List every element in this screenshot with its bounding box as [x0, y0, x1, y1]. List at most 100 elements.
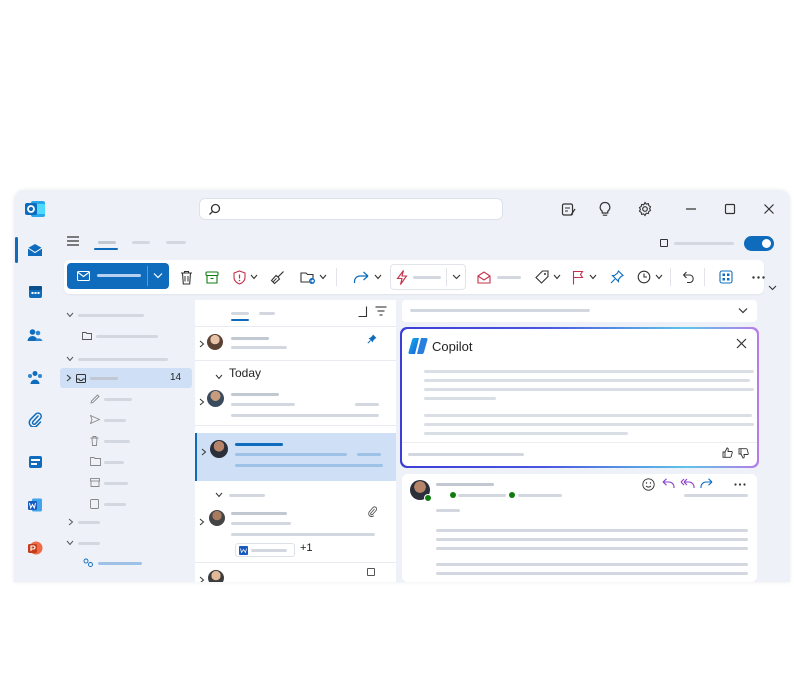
notes-icon[interactable]	[559, 200, 577, 218]
folder-item[interactable]	[104, 482, 128, 485]
shield-icon[interactable]	[231, 268, 247, 286]
groups-app-icon[interactable]	[24, 366, 46, 388]
chevron-down-icon[interactable]	[215, 492, 223, 498]
folder-item[interactable]	[96, 335, 158, 338]
chevron-down-icon[interactable]	[66, 540, 74, 546]
thumbs-down-icon[interactable]	[738, 448, 749, 459]
pin-icon[interactable]	[609, 268, 625, 286]
chevron-right-icon[interactable]	[199, 576, 205, 582]
tab-focused[interactable]	[231, 312, 249, 315]
attachment-chip[interactable]	[235, 543, 295, 557]
rules-divider	[446, 268, 447, 286]
reply-all-icon[interactable]	[680, 478, 695, 489]
archive-icon[interactable]	[204, 268, 220, 286]
outlook-logo-icon[interactable]	[24, 198, 46, 220]
folder-move-icon[interactable]	[299, 268, 317, 286]
folder-item[interactable]	[104, 398, 132, 401]
envelope-open-icon[interactable]	[476, 268, 492, 286]
broom-icon[interactable]	[269, 268, 285, 286]
flag-icon[interactable]	[570, 268, 586, 286]
emoji-icon[interactable]	[642, 478, 655, 491]
chevron-down-icon[interactable]	[153, 272, 163, 279]
list-divider	[195, 360, 396, 361]
trash-icon[interactable]	[178, 268, 194, 286]
settings-gear-icon[interactable]	[636, 200, 654, 218]
snooze-chevron-icon[interactable]	[654, 272, 664, 282]
avatar	[208, 570, 224, 582]
chevron-right-icon[interactable]	[199, 340, 205, 348]
tab-home[interactable]	[98, 241, 116, 244]
group-item[interactable]	[98, 562, 142, 565]
mail-app-icon[interactable]	[24, 239, 46, 261]
calendar-app-icon[interactable]	[24, 280, 46, 302]
chevron-right-icon[interactable]	[68, 518, 74, 526]
lightbulb-icon[interactable]	[596, 200, 614, 218]
flag-chevron-icon[interactable]	[588, 272, 598, 282]
chevron-down-icon[interactable]	[215, 374, 223, 380]
select-mode-icon[interactable]	[358, 306, 368, 318]
clock-icon[interactable]	[636, 268, 652, 286]
sender-name	[235, 443, 283, 446]
more-icon[interactable]	[734, 483, 746, 486]
forward-icon[interactable]	[352, 268, 370, 286]
recipient-presence-icon	[509, 492, 515, 498]
pin-icon[interactable]	[367, 334, 377, 344]
people-app-icon[interactable]	[24, 324, 46, 346]
close-icon[interactable]	[736, 338, 747, 349]
new-outlook-toggle[interactable]	[744, 236, 774, 251]
chevron-down-icon[interactable]	[66, 312, 74, 318]
report-chevron-icon[interactable]	[249, 272, 259, 282]
more-icon[interactable]	[750, 268, 766, 286]
new-mail-button[interactable]	[67, 263, 169, 289]
tag-chevron-icon[interactable]	[552, 272, 562, 282]
folder-item[interactable]	[104, 419, 126, 422]
copilot-card: Copilot	[402, 329, 757, 466]
tab-help[interactable]	[166, 241, 186, 244]
list-divider	[195, 425, 396, 426]
ribbon-expand-chevron-icon[interactable]	[766, 283, 778, 293]
ribbon-toolbar	[64, 260, 766, 294]
forms-app-icon[interactable]	[24, 451, 46, 473]
email-body-line	[436, 547, 748, 550]
powerpoint-app-icon[interactable]	[24, 537, 46, 559]
attachment-app-icon[interactable]	[24, 408, 46, 430]
table-row-selected[interactable]	[195, 433, 396, 481]
summary-line	[424, 423, 754, 426]
forward-icon[interactable]	[700, 478, 713, 489]
folder-item[interactable]	[104, 503, 126, 506]
copilot-footer-text	[408, 453, 524, 456]
word-app-icon[interactable]	[24, 494, 46, 516]
rules-dropdown[interactable]	[390, 264, 466, 290]
read-unread-label	[497, 276, 521, 279]
undo-icon[interactable]	[680, 268, 696, 286]
hamburger-menu-icon[interactable]	[66, 235, 80, 247]
thumbs-up-icon[interactable]	[722, 447, 733, 458]
filter-icon[interactable]	[375, 306, 387, 316]
search-input[interactable]	[199, 198, 503, 220]
apps-icon[interactable]	[718, 268, 734, 286]
reply-icon[interactable]	[662, 478, 675, 489]
chevron-right-icon[interactable]	[199, 398, 205, 406]
tab-other[interactable]	[259, 312, 275, 315]
minimize-icon[interactable]	[682, 200, 700, 218]
chevron-down-icon	[452, 274, 461, 280]
tag-icon[interactable]	[534, 268, 550, 286]
forward-chevron-icon[interactable]	[373, 272, 383, 282]
chevron-right-icon	[201, 448, 207, 456]
folder-item[interactable]	[104, 440, 130, 443]
chevron-right-icon	[66, 374, 72, 382]
sender-name	[231, 393, 279, 396]
chevron-right-icon[interactable]	[199, 518, 205, 526]
tab-view[interactable]	[132, 241, 150, 244]
chevron-down-icon[interactable]	[66, 356, 74, 362]
email-body-line	[436, 529, 748, 532]
ribbon-divider	[704, 268, 705, 286]
close-window-icon[interactable]	[760, 200, 778, 218]
folder-inbox-selected[interactable]: 14	[60, 368, 192, 388]
move-chevron-icon[interactable]	[318, 272, 328, 282]
account-label	[78, 314, 144, 317]
chevron-down-icon[interactable]	[738, 307, 748, 314]
tab-home-underline	[94, 248, 118, 250]
folder-item[interactable]	[104, 461, 124, 464]
maximize-icon[interactable]	[721, 200, 739, 218]
